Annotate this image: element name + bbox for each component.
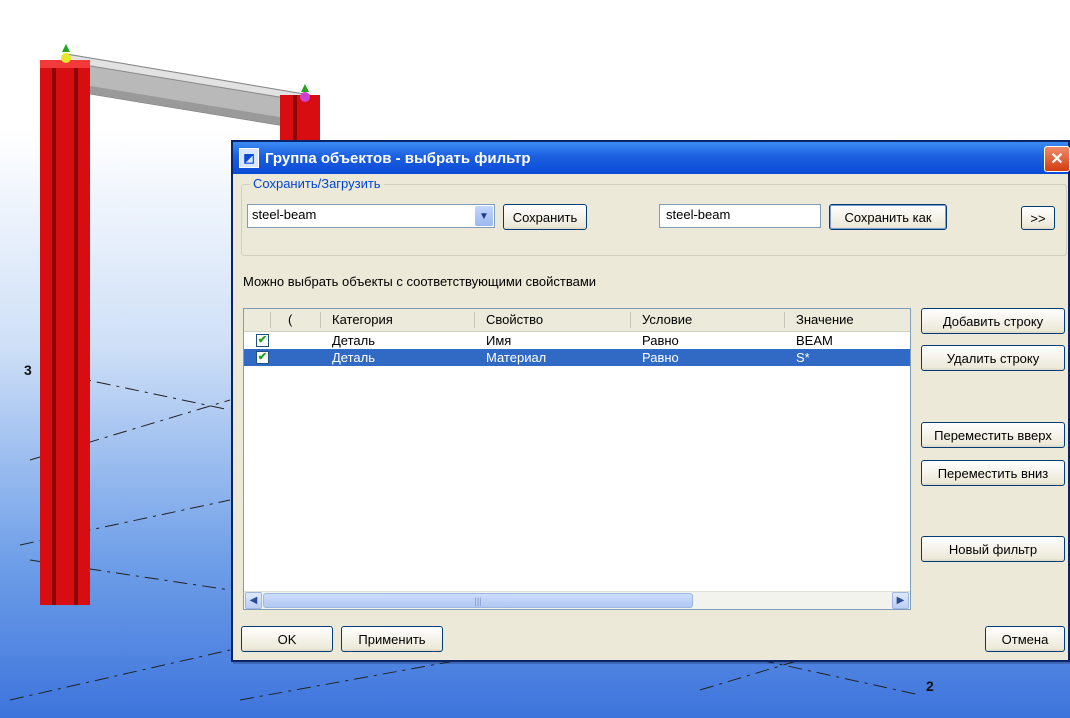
row-condition: Равно <box>642 350 679 365</box>
row-category: Деталь <box>332 350 375 365</box>
close-button[interactable]: ✕ <box>1044 146 1070 172</box>
filter-select-value: steel-beam <box>252 207 317 222</box>
row-value: BEAM <box>796 333 833 348</box>
new-filter-button[interactable]: Новый фильтр <box>921 536 1065 562</box>
column-header-value[interactable]: Значение <box>796 312 854 327</box>
table-row[interactable]: ✔ Деталь Материал Равно S* <box>244 349 910 366</box>
app-icon: ◩ <box>239 148 259 168</box>
row-property: Материал <box>486 350 547 365</box>
ok-button[interactable]: OK <box>241 626 333 652</box>
save-as-button-label: Сохранить как <box>844 209 932 225</box>
close-icon: ✕ <box>1050 151 1064 168</box>
row-value: S* <box>796 350 810 365</box>
dialog-title: Группа объектов - выбрать фильтр <box>265 149 531 167</box>
row-checkbox[interactable]: ✔ <box>256 334 269 347</box>
chevron-down-icon[interactable]: ▼ <box>475 206 493 226</box>
row-property: Имя <box>486 333 512 348</box>
save-load-legend: Сохранить/Загрузить <box>250 176 384 191</box>
cancel-button[interactable]: Отмена <box>985 626 1065 652</box>
beam-end-handle <box>61 53 71 63</box>
delete-row-button[interactable]: Удалить строку <box>921 345 1065 371</box>
row-checkbox[interactable]: ✔ <box>256 351 269 364</box>
scroll-left-icon[interactable]: ◀ <box>245 592 262 609</box>
row-category: Деталь <box>332 333 375 348</box>
horizontal-scrollbar[interactable]: ◀ ||| ▶ <box>244 591 910 609</box>
scroll-right-icon[interactable]: ▶ <box>892 592 909 609</box>
column-header-paren[interactable]: ( <box>288 312 292 327</box>
apply-button[interactable]: Применить <box>341 626 443 652</box>
column-header-condition[interactable]: Условие <box>642 312 692 327</box>
save-button-label: Сохранить <box>512 209 578 225</box>
left-column <box>40 60 90 605</box>
right-column <box>280 95 320 145</box>
apply-label: Применить <box>358 631 426 647</box>
move-down-button[interactable]: Переместить вниз <box>921 460 1065 486</box>
select-filter-dialog: ◩ Группа объектов - выбрать фильтр ✕ Сох… <box>231 140 1070 662</box>
grid-label-3: 3 <box>24 362 32 378</box>
table-row[interactable]: ✔ Деталь Имя Равно BEAM <box>244 332 910 349</box>
dialog-titlebar[interactable]: ◩ Группа объектов - выбрать фильтр ✕ <box>233 142 1070 174</box>
cancel-label: Отмена <box>1001 631 1049 647</box>
expand-button[interactable]: >> <box>1021 206 1055 230</box>
add-row-button[interactable]: Добавить строку <box>921 308 1065 334</box>
filter-hint-text: Можно выбрать объекты с соответствующими… <box>243 274 597 289</box>
expand-button-label: >> <box>1030 210 1046 226</box>
move-up-button[interactable]: Переместить вверх <box>921 422 1065 448</box>
new-filter-label: Новый фильтр <box>948 541 1038 557</box>
save-button[interactable]: Сохранить <box>503 204 587 230</box>
move-up-label: Переместить вверх <box>934 427 1052 443</box>
filter-rules-table[interactable]: ( Категория Свойство Условие Значение ✔ … <box>243 308 911 610</box>
grid-label-2: 2 <box>926 678 934 694</box>
filter-select[interactable]: steel-beam ▼ <box>247 204 495 228</box>
column-header-category[interactable]: Категория <box>332 312 393 327</box>
save-as-button[interactable]: Сохранить как <box>829 204 947 230</box>
scroll-thumb[interactable]: ||| <box>263 593 693 608</box>
delete-row-label: Удалить строку <box>946 350 1040 366</box>
row-condition: Равно <box>642 333 679 348</box>
column-header-property[interactable]: Свойство <box>486 312 543 327</box>
save-as-name-input[interactable]: steel-beam <box>659 204 821 228</box>
table-header: ( Категория Свойство Условие Значение <box>244 309 910 332</box>
add-row-label: Добавить строку <box>942 313 1044 329</box>
move-down-label: Переместить вниз <box>937 465 1049 481</box>
ok-label: OK <box>277 631 297 647</box>
